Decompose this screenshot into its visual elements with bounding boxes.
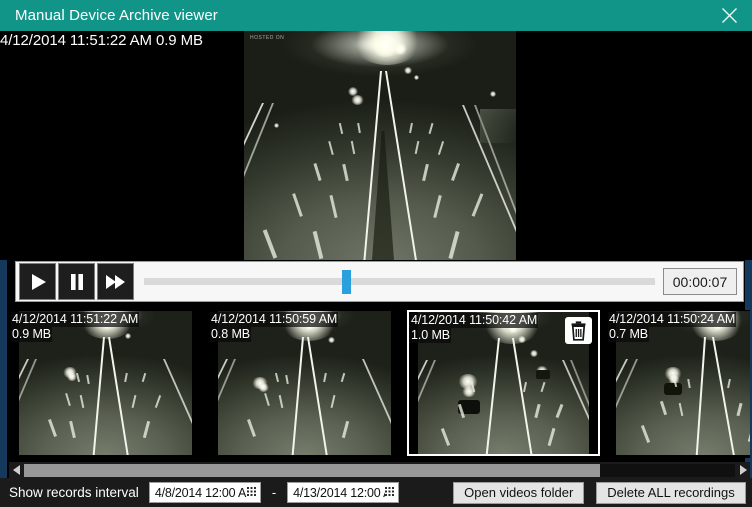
fast-forward-icon bbox=[105, 272, 127, 292]
play-icon bbox=[28, 272, 48, 292]
seek-track[interactable] bbox=[144, 278, 655, 285]
thumbnail-size: 0.9 MB bbox=[11, 327, 52, 342]
scroll-right-button[interactable] bbox=[735, 462, 750, 478]
thumbnail-item[interactable]: 4/12/2014 11:51:22 AM 0.9 MB bbox=[9, 310, 202, 456]
scrollbar-track[interactable] bbox=[24, 464, 735, 477]
thumbnail-timestamp: 4/12/2014 11:50:24 AM bbox=[608, 312, 736, 327]
scrollbar-thumb[interactable] bbox=[24, 464, 600, 477]
date-to-input[interactable]: 4/13/2014 12:00 AM bbox=[287, 482, 399, 503]
caret-left-icon bbox=[13, 465, 21, 475]
scroll-left-button[interactable] bbox=[9, 462, 24, 478]
pause-icon bbox=[67, 272, 87, 292]
thumbnail-timestamp: 4/12/2014 11:51:22 AM bbox=[11, 312, 139, 327]
thumbnail-timestamp: 4/12/2014 11:50:42 AM bbox=[410, 313, 538, 328]
records-interval-label: Show records interval bbox=[9, 485, 139, 500]
video-frame[interactable]: HOSTED ON bbox=[244, 31, 516, 260]
thumbnail-caption: 4/12/2014 11:50:24 AM 0.7 MB bbox=[608, 312, 736, 342]
playback-controls-bar: 00:00:07 bbox=[15, 261, 744, 302]
bottom-toolbar: Show records interval 4/8/2014 12:00 AM … bbox=[0, 478, 752, 507]
recordings-thumbnail-strip[interactable]: 4/12/2014 11:51:22 AM 0.9 MB bbox=[9, 310, 750, 458]
thumbnail-scrollbar[interactable] bbox=[9, 462, 750, 478]
pause-button[interactable] bbox=[58, 263, 95, 300]
thumbnail-item-selected[interactable]: 4/12/2014 11:50:42 AM 1.0 MB bbox=[407, 310, 600, 456]
trash-icon bbox=[569, 321, 588, 341]
camera-watermark: HOSTED ON bbox=[250, 35, 284, 41]
highway-night-footage: HOSTED ON bbox=[244, 31, 516, 260]
thumbnail-size: 1.0 MB bbox=[410, 328, 451, 343]
thumbnail-caption: 4/12/2014 11:50:59 AM 0.8 MB bbox=[210, 312, 338, 342]
video-overlay-timestamp: 4/12/2014 11:51:22 AM 0.9 MB bbox=[0, 32, 203, 49]
play-button[interactable] bbox=[19, 263, 56, 300]
thumbnail-caption: 4/12/2014 11:50:42 AM 1.0 MB bbox=[410, 313, 538, 343]
elapsed-time-display: 00:00:07 bbox=[663, 268, 737, 295]
thumbnail-timestamp: 4/12/2014 11:50:59 AM bbox=[210, 312, 338, 327]
thumbnail-caption: 4/12/2014 11:51:22 AM 0.9 MB bbox=[11, 312, 139, 342]
close-button[interactable] bbox=[706, 0, 752, 31]
seek-thumb[interactable] bbox=[342, 270, 351, 294]
caret-right-icon bbox=[739, 465, 747, 475]
open-videos-folder-button[interactable]: Open videos folder bbox=[453, 482, 584, 504]
video-player-area: 4/12/2014 11:51:22 AM 0.9 MB HOSTED ON bbox=[0, 31, 752, 260]
date-to-value: 4/13/2014 12:00 AM bbox=[293, 486, 385, 500]
archive-viewer-window: Manual Device Archive viewer 4/12/2014 1… bbox=[0, 0, 752, 507]
close-icon bbox=[721, 7, 738, 24]
fast-forward-button[interactable] bbox=[97, 263, 134, 300]
window-title: Manual Device Archive viewer bbox=[0, 7, 218, 24]
date-from-input[interactable]: 4/8/2014 12:00 AM bbox=[149, 482, 261, 503]
thumbnail-size: 0.8 MB bbox=[210, 327, 251, 342]
delete-recording-button[interactable] bbox=[565, 317, 592, 344]
thumbnail-item[interactable]: 4/12/2014 11:50:59 AM 0.8 MB bbox=[208, 310, 401, 456]
delete-all-recordings-button[interactable]: Delete ALL recordings bbox=[596, 482, 745, 504]
title-bar: Manual Device Archive viewer bbox=[0, 0, 752, 31]
date-from-value: 4/8/2014 12:00 AM bbox=[155, 486, 247, 500]
thumbnail-size: 0.7 MB bbox=[608, 327, 649, 342]
grid-dots-icon[interactable] bbox=[247, 487, 258, 498]
date-range-separator: - bbox=[272, 485, 276, 500]
seek-bar[interactable] bbox=[144, 263, 655, 300]
thumbnail-item[interactable]: 4/12/2014 11:50:24 AM 0.7 MB bbox=[606, 310, 750, 456]
grid-dots-icon[interactable] bbox=[385, 487, 396, 498]
